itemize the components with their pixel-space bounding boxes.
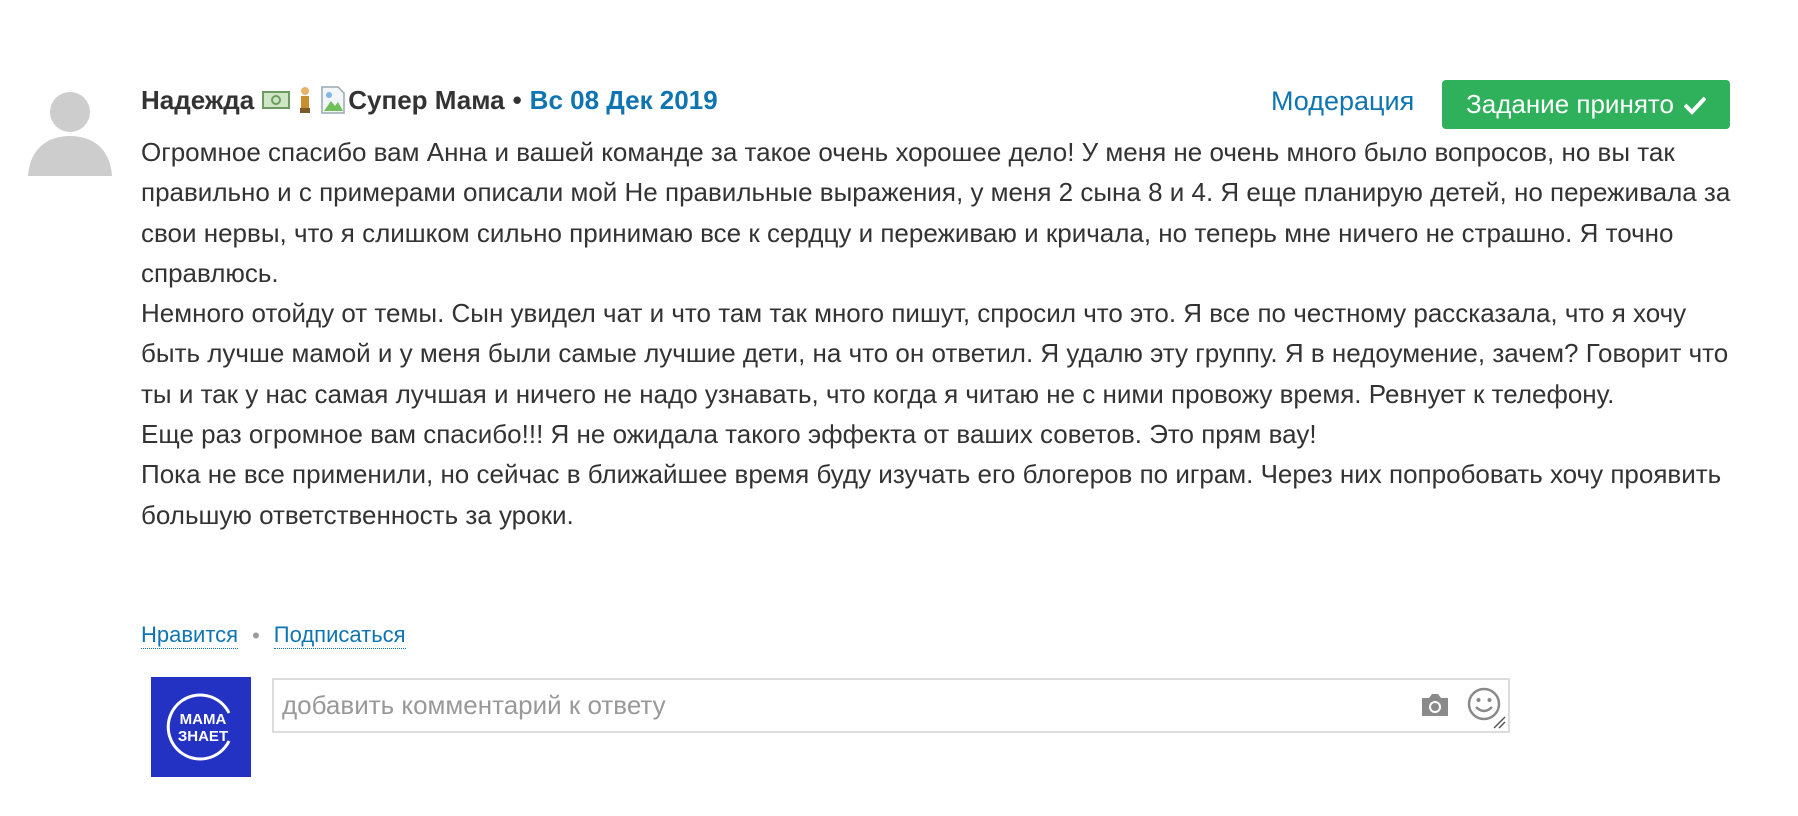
status-title: Супер Мама bbox=[348, 84, 505, 115]
task-accepted-label: Задание принято bbox=[1466, 89, 1674, 119]
comment-date-link[interactable]: Вс 08 Дек 2019 bbox=[530, 85, 718, 116]
comment-paragraph: Еще раз огромное вам спасибо!!! Я не ожи… bbox=[141, 419, 1317, 450]
author-name[interactable]: Надежда bbox=[141, 85, 254, 116]
reply-box bbox=[272, 678, 1510, 733]
mama-znaet-logo: МАМА ЗНАЕТ bbox=[151, 677, 251, 777]
reply-comment-input[interactable] bbox=[274, 680, 1400, 731]
user-avatar-icon[interactable] bbox=[24, 84, 116, 176]
check-icon bbox=[1683, 96, 1706, 115]
comment-paragraph: Немного отойду от темы. Сын увидел чат и… bbox=[141, 298, 1729, 409]
subscribe-link[interactable]: Подписаться bbox=[273, 622, 406, 649]
actions-separator: • bbox=[252, 622, 260, 648]
resize-handle-icon[interactable] bbox=[1492, 715, 1506, 729]
comment-paragraph: Пока не все применили, но сейчас в ближа… bbox=[141, 459, 1722, 530]
money-icon bbox=[262, 91, 291, 109]
logo-text-bottom: ЗНАЕТ bbox=[178, 728, 228, 745]
header-separator: • bbox=[512, 84, 522, 115]
logo-text-top: МАМА bbox=[180, 711, 227, 728]
task-accepted-button[interactable]: Задание принято bbox=[1442, 80, 1730, 129]
figure-badge-icon bbox=[300, 87, 311, 113]
moderation-link[interactable]: Модерация bbox=[1271, 86, 1414, 117]
answer-comment: Надежда Супер Мама • Вс 08 Дек 2019 Моде… bbox=[0, 0, 1798, 816]
like-link[interactable]: Нравится bbox=[141, 622, 239, 649]
comment-actions: Нравится • Подписаться bbox=[141, 622, 406, 649]
comment-header: Надежда Супер Мама • Вс 08 Дек 2019 bbox=[141, 82, 718, 118]
comment-paragraph: Огромное спасибо вам Анна и вашей команд… bbox=[141, 137, 1731, 288]
comment-body: Огромное спасибо вам Анна и вашей команд… bbox=[141, 132, 1741, 535]
camera-icon[interactable] bbox=[1419, 691, 1451, 719]
broken-image-icon bbox=[321, 86, 346, 114]
